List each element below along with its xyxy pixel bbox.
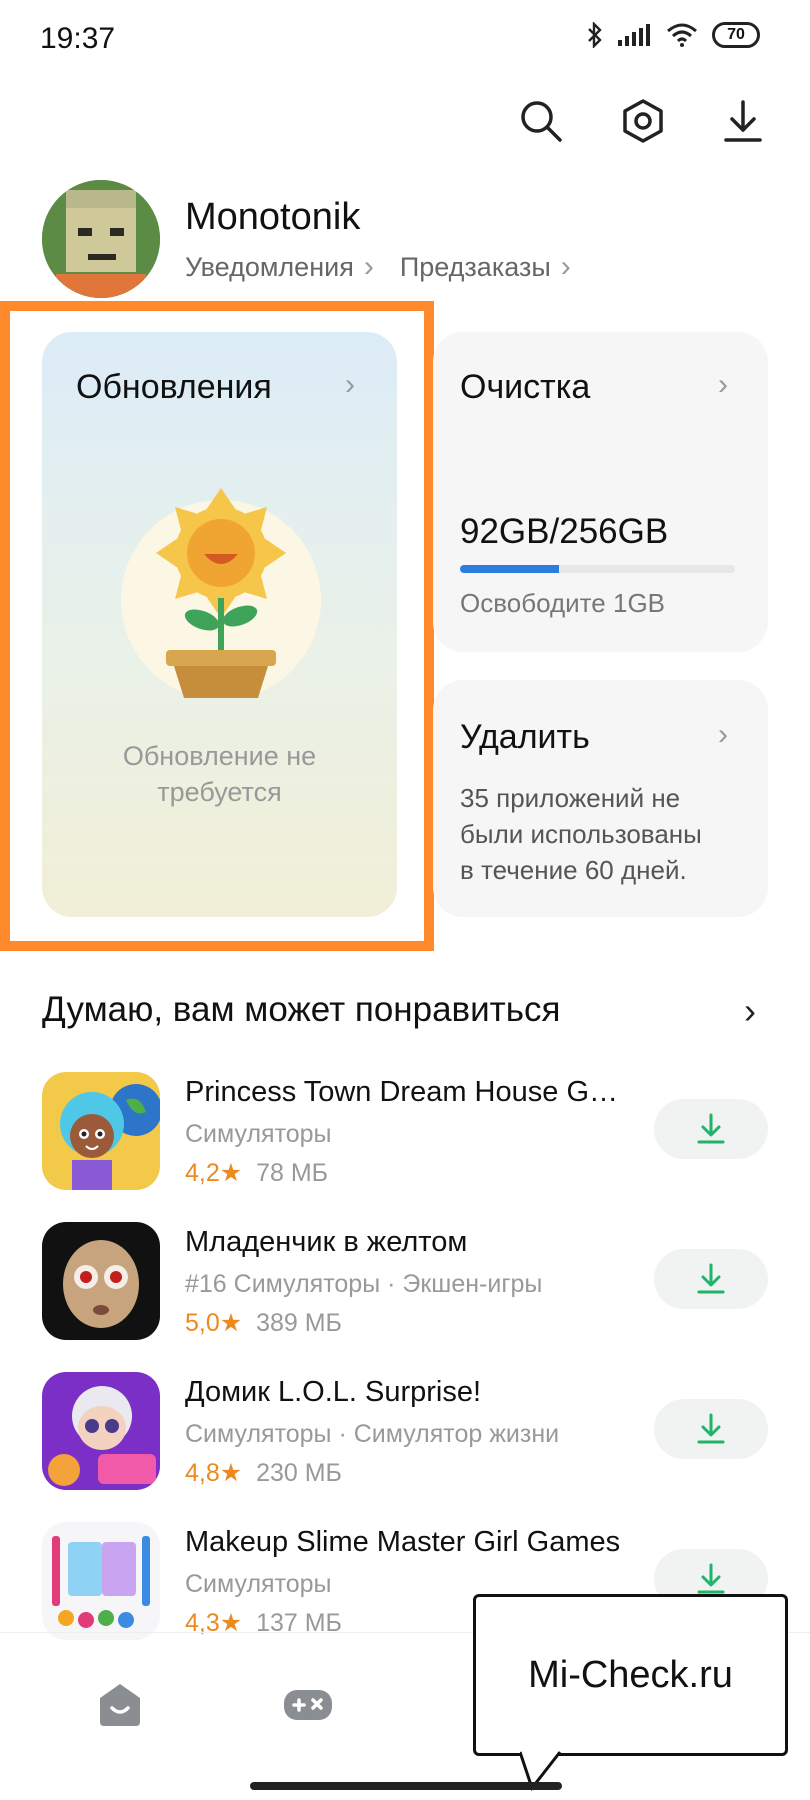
updates-status-line1: Обновление не	[122, 741, 317, 771]
download-icon	[697, 1413, 725, 1444]
download-button[interactable]	[654, 1249, 768, 1309]
app-size: 78 МБ	[256, 1159, 329, 1187]
delete-line2: были использованы	[460, 819, 702, 849]
download-icon	[697, 1563, 725, 1594]
preorders-label: Предзаказы	[399, 251, 551, 282]
chevron-right-icon: ›	[718, 368, 728, 401]
home-indicator[interactable]	[250, 1782, 562, 1790]
clean-title: Очистка	[460, 368, 591, 406]
chevron-right-icon: ›	[718, 718, 728, 751]
app-size: 389 МБ	[256, 1309, 342, 1337]
download-button[interactable]	[654, 1399, 768, 1459]
app-icon	[42, 1372, 160, 1490]
bluetooth-icon	[588, 22, 602, 48]
updates-status-line2: требуется	[157, 777, 282, 807]
updates-status: Обновление не требуется	[42, 738, 397, 810]
updates-title: Обновления	[76, 368, 272, 406]
preorders-link[interactable]: Предзаказы ›	[400, 250, 571, 284]
free-space-hint: Освободите 1GB	[460, 588, 666, 618]
app-meta: 4,3★ 137 МБ	[185, 1608, 342, 1638]
download-icon[interactable]	[717, 95, 769, 147]
games-icon[interactable]	[282, 1680, 334, 1728]
app-category: Симуляторы	[185, 1570, 332, 1598]
app-category: Симуляторы · Симулятор жизни	[185, 1420, 560, 1448]
delete-line3: в течение 60 дней.	[460, 855, 687, 885]
storage-usage: 92GB/256GB	[460, 512, 669, 551]
app-meta: 4,2★ 78 МБ	[185, 1158, 328, 1188]
delete-description: 35 приложений не были использованы в теч…	[460, 780, 702, 888]
app-rating: 4,2★	[185, 1159, 243, 1187]
app-rating: 4,8★	[185, 1459, 243, 1487]
app-row[interactable]: Princess Town Dream House G… Симуляторы …	[42, 1072, 768, 1202]
status-time: 19:37	[40, 22, 116, 55]
app-size: 230 МБ	[256, 1459, 342, 1487]
watermark-callout: Mi-Check.ru	[473, 1594, 788, 1756]
notifications-label: Уведомления	[185, 251, 354, 282]
storage-progress-fill	[460, 565, 559, 573]
wifi-icon	[667, 23, 697, 47]
download-button[interactable]	[654, 1099, 768, 1159]
signal-icon	[618, 24, 650, 46]
app-rating: 5,0★	[185, 1309, 243, 1337]
app-meta: 4,8★ 230 МБ	[185, 1458, 342, 1488]
app-name: Домик L.O.L. Surprise!	[185, 1376, 482, 1408]
chevron-right-icon: ›	[345, 368, 355, 401]
recommend-more-icon[interactable]: ›	[744, 990, 756, 1032]
delete-line1: 35 приложений не	[460, 783, 681, 813]
app-meta: 5,0★ 389 МБ	[185, 1308, 342, 1338]
battery-icon: 70	[712, 22, 760, 48]
home-icon[interactable]	[94, 1680, 146, 1728]
settings-hexagon-icon[interactable]	[617, 95, 669, 147]
sunflower-illustration	[121, 488, 321, 698]
profile-links: Уведомления › Предзаказы ›	[185, 250, 571, 284]
download-icon	[697, 1113, 725, 1144]
notifications-link[interactable]: Уведомления ›	[185, 250, 374, 284]
search-icon[interactable]	[515, 95, 567, 147]
app-row[interactable]: Младенчик в желтом #16 Симуляторы · Экше…	[42, 1222, 768, 1352]
app-row[interactable]: Домик L.O.L. Surprise! Симуляторы · Симу…	[42, 1372, 768, 1502]
app-category: Симуляторы	[185, 1120, 332, 1148]
status-icons: 70	[586, 22, 760, 48]
app-icon	[42, 1222, 160, 1340]
delete-title: Удалить	[460, 718, 590, 756]
download-icon	[697, 1263, 725, 1294]
recommend-title: Думаю, вам может понравиться	[42, 990, 561, 1029]
app-name: Младенчик в желтом	[185, 1226, 468, 1258]
app-icon	[42, 1522, 160, 1640]
chevron-right-icon: ›	[363, 250, 374, 283]
chevron-right-icon: ›	[560, 250, 571, 283]
profile-name[interactable]: Monotonik	[185, 196, 360, 239]
app-name: Princess Town Dream House G…	[185, 1076, 619, 1108]
avatar[interactable]	[42, 180, 160, 298]
app-name: Makeup Slime Master Girl Games	[185, 1526, 621, 1558]
app-category: #16 Симуляторы · Экшен-игры	[185, 1270, 543, 1298]
storage-progress-bar	[460, 565, 735, 573]
app-icon	[42, 1072, 160, 1190]
